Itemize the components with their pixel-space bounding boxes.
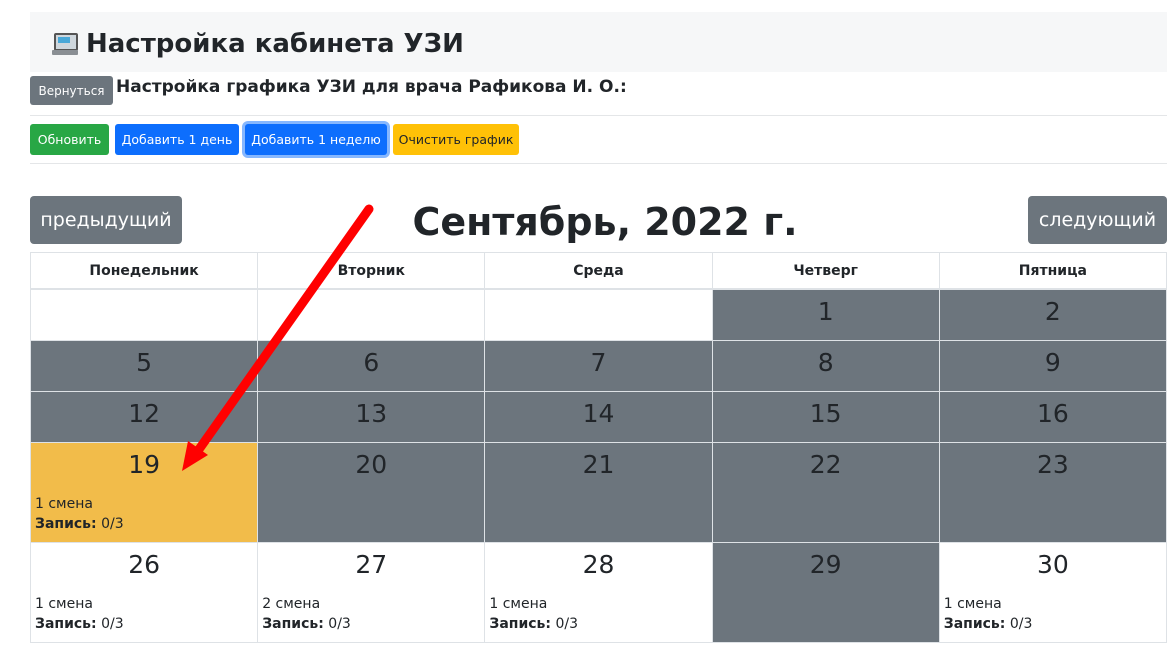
calendar-table: Понедельник Вторник Среда Четверг Пятниц… — [29, 252, 1167, 643]
day-number: 5 — [136, 348, 153, 377]
day-number: 8 — [817, 348, 834, 377]
shift-count: 2 смена — [262, 596, 321, 612]
prev-month-button[interactable]: предыдущий — [30, 196, 182, 244]
calendar-week-row: 19 1 смена Запись: 0/3 20 21 22 23 — [29, 442, 1167, 543]
day-number: 16 — [1036, 399, 1069, 428]
record-info: Запись: 0/3 — [485, 614, 711, 634]
weekday-header: Пятница — [938, 252, 1167, 290]
calendar-day-cell[interactable]: 22 — [711, 442, 940, 543]
calendar-day-cell[interactable]: 7 — [484, 340, 713, 392]
calendar-day-cell[interactable]: 21 — [484, 442, 713, 543]
record-label: Запись: — [35, 616, 97, 632]
calendar-day-cell[interactable]: 30 1 смена Запись: 0/3 — [938, 542, 1167, 643]
refresh-button[interactable]: Обновить — [30, 124, 109, 155]
shift-count: 1 смена — [35, 496, 93, 512]
back-button[interactable]: Вернуться — [30, 76, 113, 105]
calendar-day-cell[interactable]: 12 — [29, 391, 259, 443]
calendar-day-cell[interactable] — [29, 288, 259, 341]
next-month-button[interactable]: следующий — [1028, 196, 1167, 244]
day-number: 7 — [590, 348, 607, 377]
divider — [30, 163, 1167, 164]
day-number: 2 — [1044, 297, 1061, 326]
record-value: 0/3 — [101, 516, 124, 532]
shift-count: 1 смена — [35, 596, 93, 612]
calendar-day-cell[interactable]: 23 — [938, 442, 1167, 543]
calendar-day-cell[interactable]: 29 — [711, 542, 940, 643]
shift-count: 1 смена — [489, 596, 548, 612]
day-number: 26 — [128, 550, 160, 579]
record-value: 0/3 — [328, 616, 351, 632]
calendar-day-cell[interactable]: 27 2 смена Запись: 0/3 — [257, 542, 486, 643]
record-info: Запись: 0/3 — [258, 614, 484, 634]
record-info: Запись: 0/3 — [31, 614, 257, 634]
calendar-day-cell[interactable]: 6 — [257, 340, 486, 392]
record-label: Запись: — [943, 616, 1006, 632]
calendar-day-cell[interactable]: 20 — [257, 442, 486, 543]
weekday-header: Вторник — [257, 252, 486, 290]
calendar-week-row: 5 6 7 8 9 — [29, 340, 1167, 392]
day-number: 9 — [1044, 348, 1061, 377]
day-number: 19 — [128, 450, 160, 479]
day-number: 12 — [128, 399, 160, 428]
shift-count: 1 смена — [943, 596, 1002, 612]
calendar-day-cell[interactable]: 14 — [484, 391, 713, 443]
day-number: 22 — [809, 450, 842, 479]
record-value: 0/3 — [1009, 616, 1033, 632]
day-number: 29 — [809, 550, 842, 579]
month-title: Сентябрь, 2022 г. — [412, 200, 798, 244]
calendar-day-cell[interactable]: 16 — [938, 391, 1167, 443]
add-day-button[interactable]: Добавить 1 день — [115, 124, 239, 155]
day-number: 27 — [355, 550, 388, 579]
record-label: Запись: — [262, 616, 324, 632]
day-number: 13 — [355, 399, 388, 428]
record-info: Запись: 0/3 — [31, 514, 257, 534]
day-number: 30 — [1036, 550, 1069, 579]
calendar-day-cell[interactable]: 8 — [711, 340, 940, 392]
day-number: 23 — [1036, 450, 1069, 479]
calendar-day-cell[interactable]: 1 — [711, 288, 940, 341]
calendar-day-cell[interactable]: 2 — [938, 288, 1167, 341]
calendar-day-cell[interactable]: 28 1 смена Запись: 0/3 — [484, 542, 713, 643]
record-value: 0/3 — [101, 616, 124, 632]
calendar-week-row: 12 13 14 15 16 — [29, 391, 1167, 443]
computer-icon — [52, 33, 78, 55]
day-number: 20 — [355, 450, 388, 479]
day-number: 14 — [582, 399, 615, 428]
calendar-day-cell[interactable]: 15 — [711, 391, 940, 443]
calendar-day-cell[interactable] — [484, 288, 713, 341]
add-week-button[interactable]: Добавить 1 неделю — [245, 124, 387, 155]
calendar-day-cell[interactable]: 5 — [29, 340, 259, 392]
record-value: 0/3 — [555, 616, 578, 632]
record-info: Запись: 0/3 — [940, 614, 1166, 634]
day-number: 6 — [363, 348, 380, 377]
record-label: Запись: — [489, 616, 552, 632]
day-number: 21 — [582, 450, 615, 479]
day-number: 15 — [809, 399, 842, 428]
calendar-day-cell[interactable]: 13 — [257, 391, 486, 443]
page-title: Настройка кабинета УЗИ — [52, 16, 464, 72]
divider — [30, 115, 1167, 116]
calendar-day-cell[interactable]: 26 1 смена Запись: 0/3 — [29, 542, 259, 643]
calendar-week-row: 26 1 смена Запись: 0/3 27 2 смена Запись: 0/3… — [29, 542, 1167, 643]
clear-schedule-button[interactable]: Очистить график — [393, 124, 519, 155]
day-number: 28 — [582, 550, 615, 579]
day-number: 1 — [817, 297, 834, 326]
calendar-day-cell[interactable]: 9 — [938, 340, 1167, 392]
calendar-week-row: 12 — [29, 288, 1167, 341]
doctor-schedule-heading: Настройка графика УЗИ для врача Рафикова… — [116, 77, 627, 97]
record-label: Запись: — [35, 516, 97, 532]
weekday-header: Понедельник — [29, 252, 259, 290]
calendar-day-cell[interactable]: 19 1 смена Запись: 0/3 — [29, 442, 259, 543]
page-title-text: Настройка кабинета УЗИ — [86, 29, 464, 59]
weekday-header-row: Понедельник Вторник Среда Четверг Пятниц… — [29, 252, 1167, 290]
calendar-day-cell[interactable] — [257, 288, 486, 341]
weekday-header: Среда — [484, 252, 713, 290]
weekday-header: Четверг — [711, 252, 940, 290]
